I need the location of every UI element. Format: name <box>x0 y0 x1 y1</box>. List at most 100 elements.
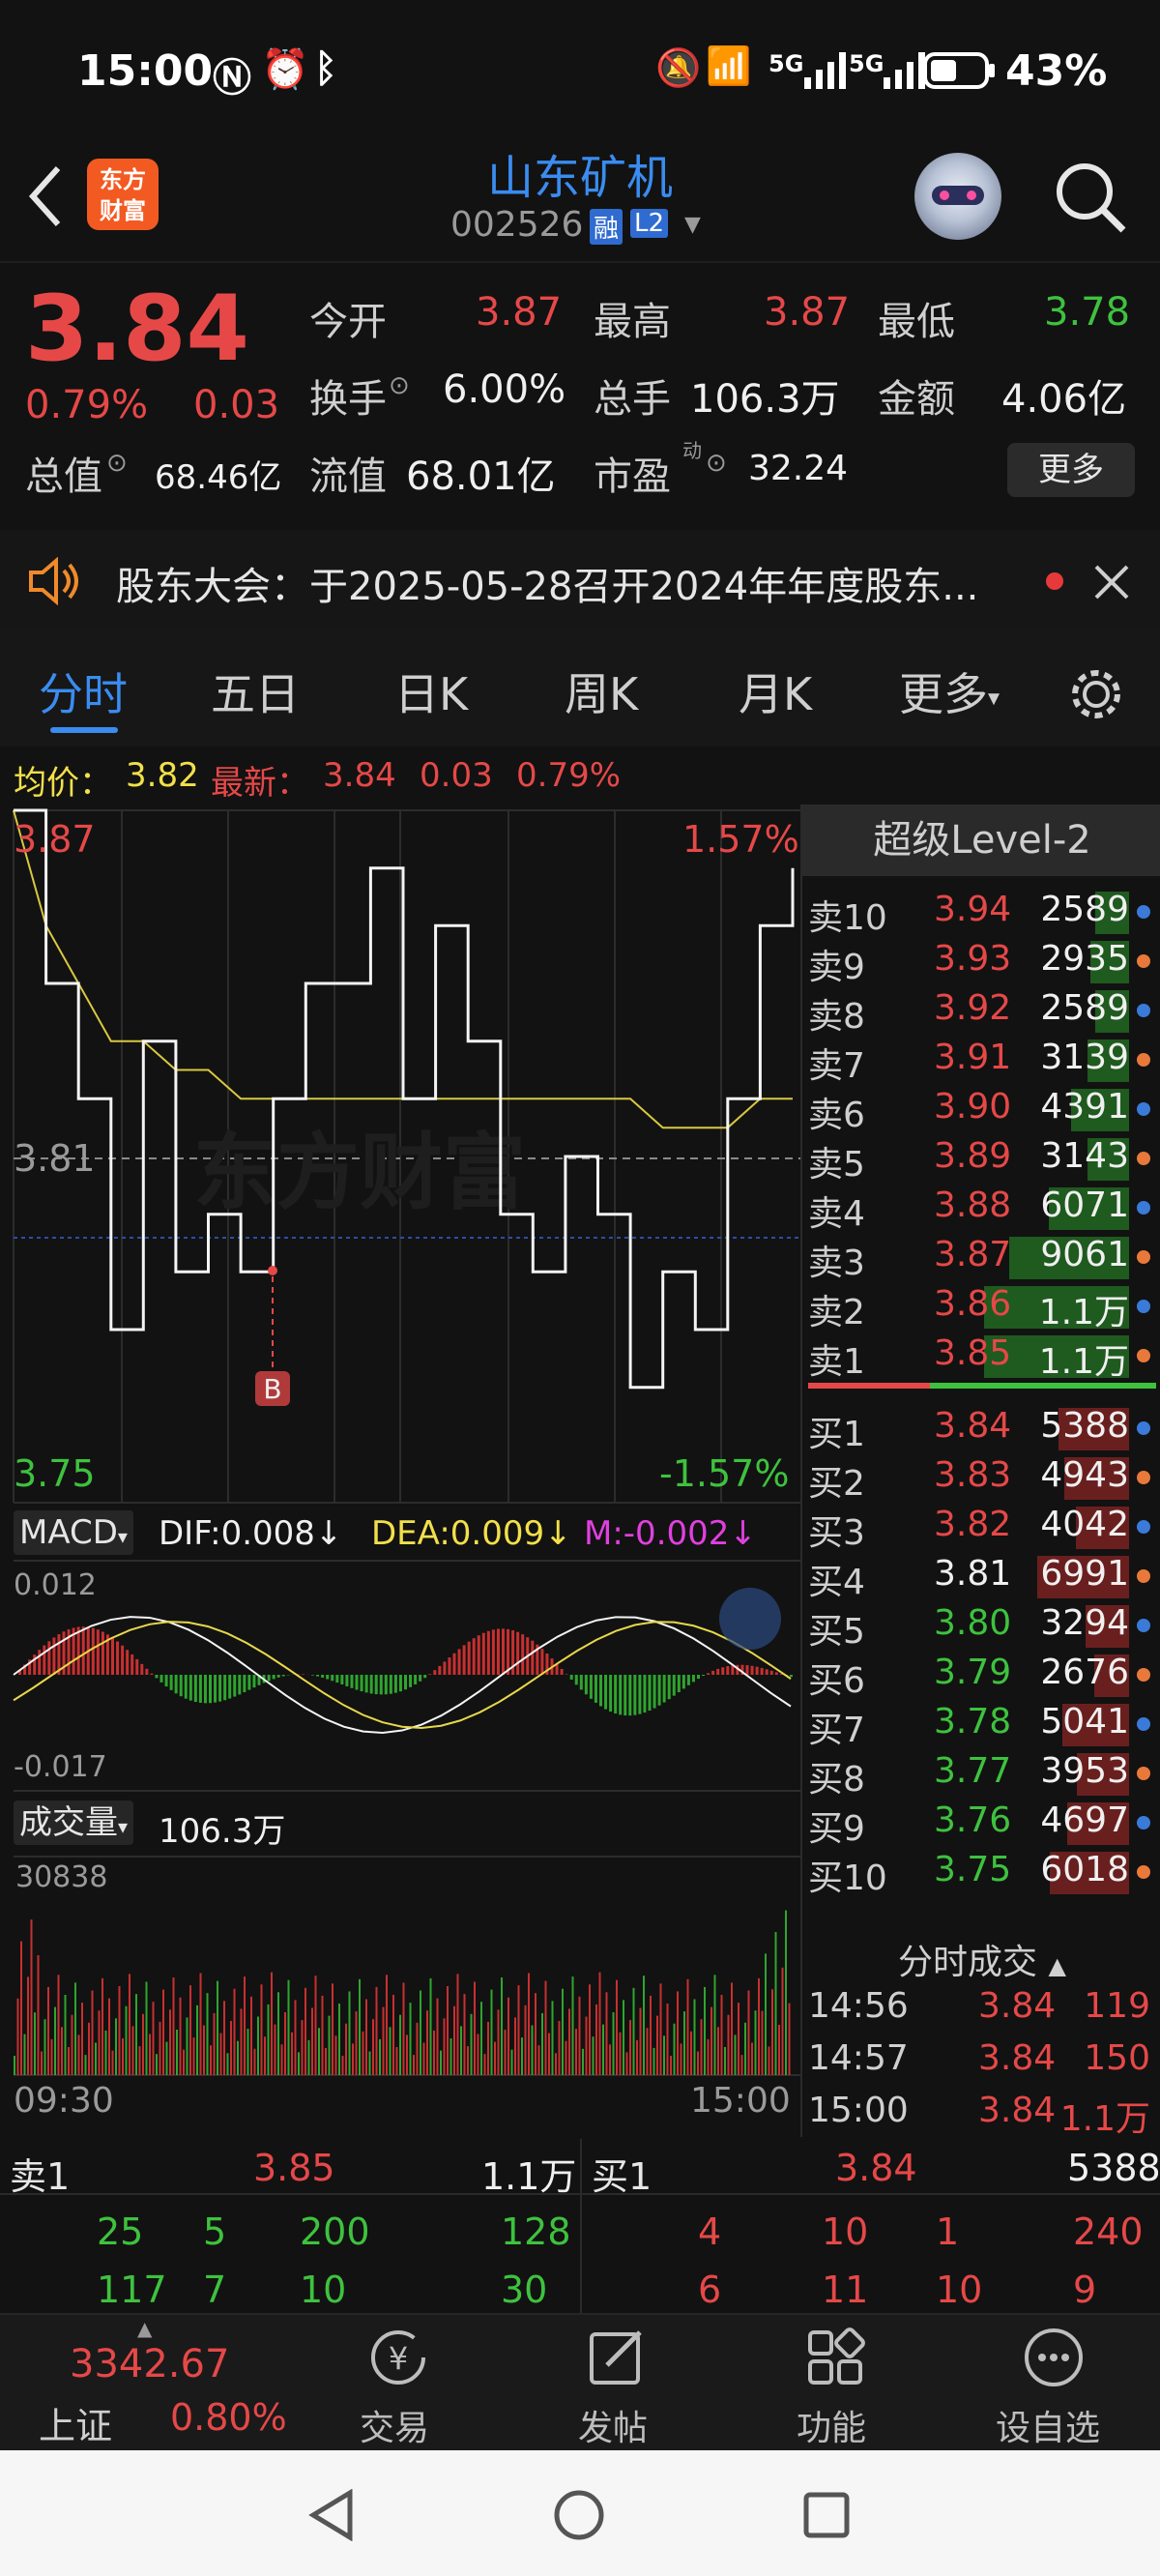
tab-five-day[interactable]: 五日 <box>211 659 300 723</box>
l2-row[interactable]: 卖6 3.90 4391 <box>808 1087 1156 1135</box>
l2-row[interactable]: 买10 3.75 6018 <box>808 1850 1156 1898</box>
macd-bar <box>121 1645 125 1675</box>
l2-row[interactable]: 卖3 3.87 9061 <box>808 1235 1156 1283</box>
tab-intraday[interactable]: 分时 <box>39 659 128 723</box>
volume-bar <box>504 2030 507 2075</box>
stock-name[interactable]: 山东矿机 <box>387 139 773 207</box>
l2-row[interactable]: 买4 3.81 6991 <box>808 1554 1156 1602</box>
l2-row[interactable]: 买3 3.82 4042 <box>808 1505 1156 1553</box>
level2-title[interactable]: 超级Level-2 <box>802 805 1160 876</box>
nav-index[interactable]: ▲ 3342.67 上证 0.80% <box>0 2315 329 2452</box>
pe-info-icon[interactable]: ⊙ <box>706 449 727 478</box>
macd-bar <box>281 1675 285 1677</box>
macd-bar <box>369 1675 373 1694</box>
dropdown-icon[interactable]: ▼ <box>684 213 701 237</box>
tab-daily-k[interactable]: 日K <box>394 659 468 723</box>
volume-bar <box>382 2006 385 2075</box>
volume-bar <box>321 1995 324 2075</box>
macd-bar <box>648 1675 652 1712</box>
nav-watchlist[interactable]: 设自选 <box>955 2315 1148 2452</box>
ticks-header[interactable]: 分时成交 ▲ <box>802 1934 1160 1984</box>
volume-bar <box>210 2045 212 2075</box>
l2-row[interactable]: 卖7 3.91 3139 <box>808 1038 1156 1086</box>
notice-bar[interactable]: 股东大会：于2025-05-28召开2024年年度股东... <box>0 530 1160 630</box>
home-circle-icon[interactable] <box>553 2489 605 2541</box>
level2-panel: 超级Level-2 卖10 3.94 2589 卖9 3.93 2935 卖8 3.92 258… <box>800 805 1160 2139</box>
intraday-chart-area[interactable]: 东方财富 B 3.87 1.57% 3.81 3.75 -1.57% MACD▾… <box>0 805 800 2137</box>
l2-row[interactable]: 卖9 3.93 2935 <box>808 939 1156 987</box>
volume-bar <box>362 2031 364 2075</box>
volume-bars <box>14 1910 791 2075</box>
l2-row[interactable]: 卖4 3.88 6071 <box>808 1186 1156 1234</box>
stock-header: 东方 财富 山东矿机 002526 融 L2 ▼ <box>0 135 1160 263</box>
macd-bar <box>599 1675 602 1707</box>
avg-value: 3.82 <box>126 756 199 795</box>
tab-monthly-k[interactable]: 月K <box>739 659 812 723</box>
macd-bar <box>502 1628 505 1675</box>
gear-icon[interactable] <box>1067 665 1125 723</box>
tab-weekly-k[interactable]: 周K <box>565 659 638 723</box>
nav-function[interactable]: 功能 <box>737 2315 930 2452</box>
volume-bar <box>125 2005 128 2075</box>
back-icon[interactable] <box>25 162 64 230</box>
macd-label: MACD <box>19 1513 118 1552</box>
volume-bar <box>575 2029 577 2075</box>
volume-bar <box>179 1997 182 2075</box>
macd-cross-marker[interactable] <box>719 1588 781 1650</box>
l2-level: 卖10 <box>808 898 887 938</box>
volume-bar <box>159 2021 161 2075</box>
queue-sell-cell: 7 <box>203 2269 227 2311</box>
close-icon[interactable] <box>1092 563 1131 601</box>
speaker-icon <box>29 557 78 605</box>
l2-row[interactable]: 买5 3.80 3294 <box>808 1603 1156 1652</box>
tick-volume: 119 <box>1084 1986 1150 2026</box>
more-button[interactable]: 更多 <box>1007 443 1135 497</box>
mktcap-info-icon[interactable]: ⊙ <box>106 449 128 478</box>
volume-bar <box>717 2027 719 2075</box>
app-logo[interactable]: 东方 财富 <box>87 159 159 230</box>
status-time: 15:00 <box>77 46 214 96</box>
l2-row[interactable]: 买2 3.83 4943 <box>808 1455 1156 1504</box>
back-triangle-icon[interactable] <box>307 2489 356 2541</box>
robot-assistant-icon[interactable] <box>914 153 1001 240</box>
l2-row[interactable]: 买8 3.77 3953 <box>808 1751 1156 1800</box>
l2-row[interactable]: 买6 3.79 2676 <box>808 1653 1156 1701</box>
macd-bar <box>355 1675 359 1690</box>
l2-volume: 3143 <box>1040 1136 1129 1176</box>
macd-bar <box>472 1638 476 1675</box>
l2-row[interactable]: 买1 3.84 5388 <box>808 1406 1156 1454</box>
l2-row[interactable]: 卖2 3.86 1.1万 <box>808 1284 1156 1332</box>
macd-selector[interactable]: MACD▾ <box>14 1510 133 1555</box>
chevron-down-icon: ▾ <box>117 1525 128 1548</box>
volume-bar <box>71 2014 73 2075</box>
recents-square-icon[interactable] <box>802 2491 851 2539</box>
turnover-info-icon[interactable]: ⊙ <box>389 371 410 400</box>
l2-row[interactable]: 卖8 3.92 2589 <box>808 988 1156 1037</box>
macd-bar <box>252 1675 256 1688</box>
volume-bar <box>88 2022 90 2075</box>
volume-selector[interactable]: 成交量▾ <box>14 1800 134 1845</box>
index-name: 上证 <box>39 2405 113 2447</box>
macd-bar <box>311 1675 315 1676</box>
l2-badge: L2 <box>630 209 669 238</box>
turnover-label: 换手 <box>309 377 387 422</box>
l2-price: 3.82 <box>934 1505 1012 1544</box>
nav-post[interactable]: 发帖 <box>518 2315 711 2452</box>
l2-row[interactable]: 卖1 3.85 1.1万 <box>808 1333 1156 1382</box>
macd-bar <box>565 1674 568 1675</box>
tab-more[interactable]: 更多▾ <box>899 659 1000 723</box>
volume-bar <box>761 2010 764 2075</box>
l2-row[interactable]: 买9 3.76 4697 <box>808 1800 1156 1849</box>
nav-trade[interactable]: ¥ 交易 <box>300 2315 493 2452</box>
l2-row[interactable]: 卖10 3.94 2589 <box>808 890 1156 938</box>
price-pct: 0.79% <box>25 383 149 427</box>
volume-bar <box>219 2033 222 2075</box>
amount-value: 4.06亿 <box>1001 377 1127 422</box>
volume-bar <box>738 2003 740 2075</box>
search-icon[interactable] <box>1052 159 1129 236</box>
notice-text: 股东大会：于2025-05-28召开2024年年度股东... <box>116 565 979 609</box>
l2-row[interactable]: 卖5 3.89 3143 <box>808 1136 1156 1185</box>
volume-bar <box>115 2018 117 2075</box>
macd-bar <box>184 1675 188 1699</box>
l2-row[interactable]: 买7 3.78 5041 <box>808 1702 1156 1750</box>
